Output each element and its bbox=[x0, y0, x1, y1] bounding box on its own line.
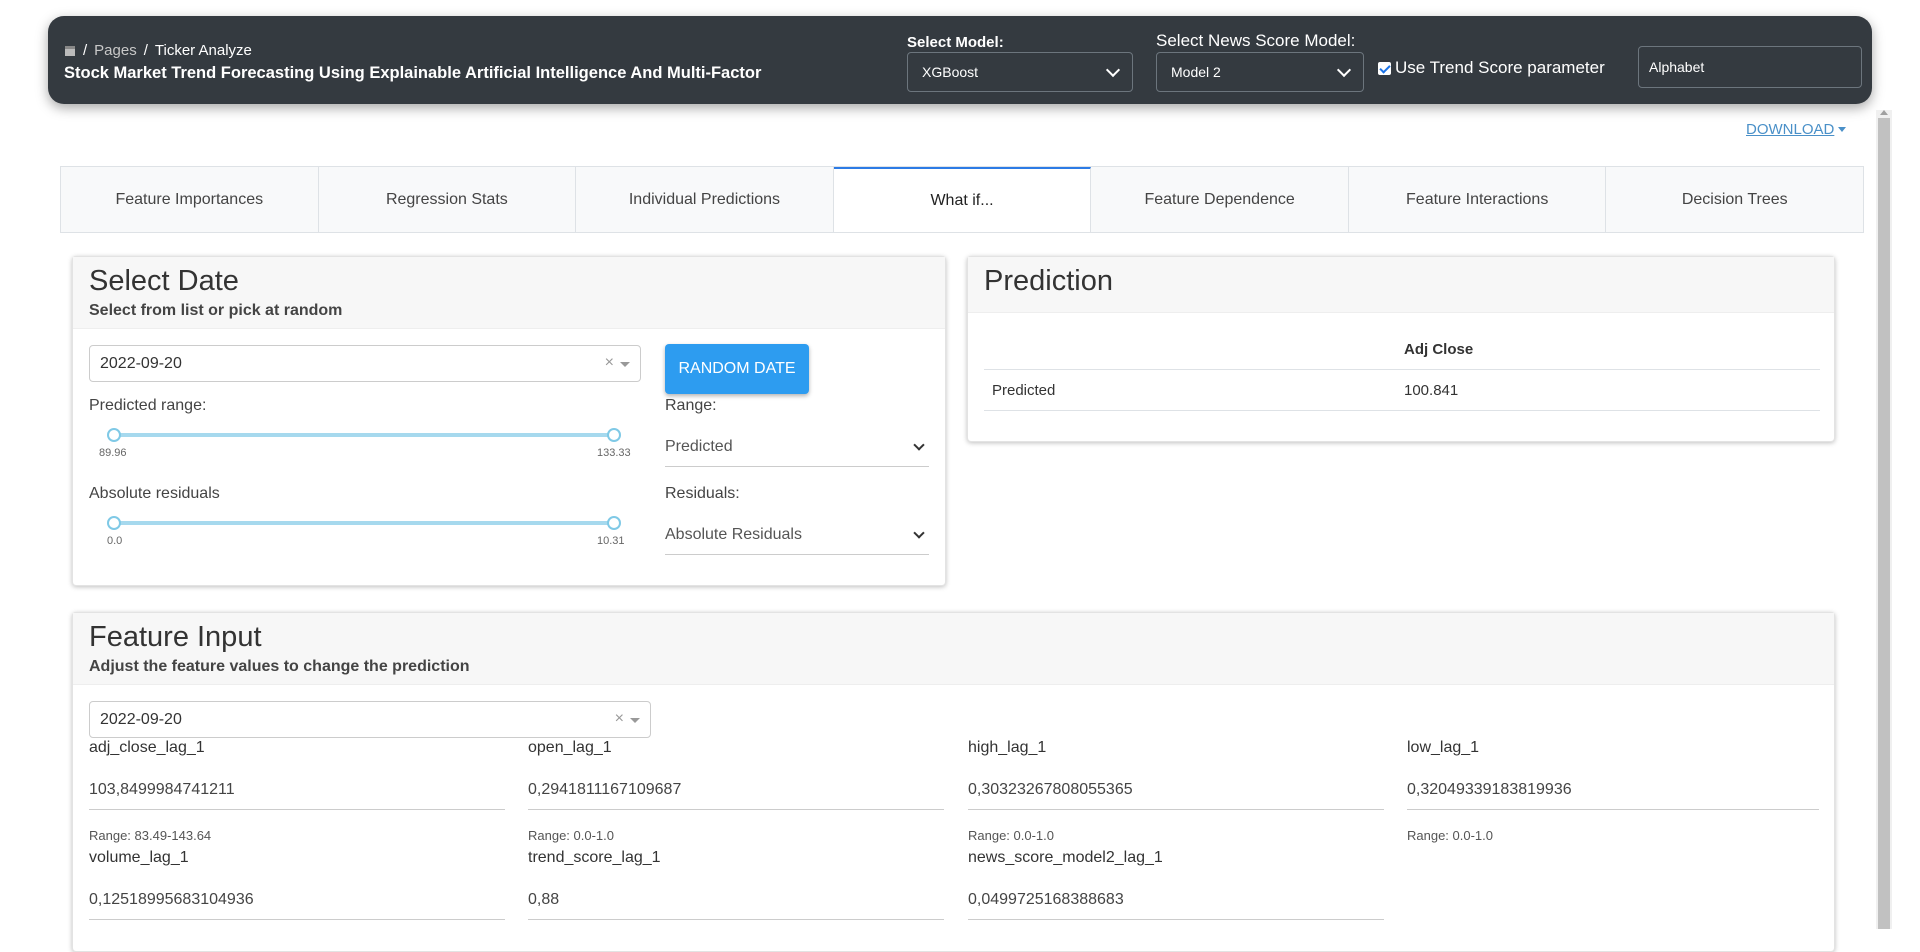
feature-label-news-score-model2-lag-1: news_score_model2_lag_1 bbox=[968, 849, 1163, 866]
news-model-select[interactable]: Model 2 bbox=[1156, 52, 1364, 92]
news-model-select-label: Select News Score Model: bbox=[1156, 31, 1356, 50]
range-select-value: Predicted bbox=[665, 437, 733, 455]
feature-input-header: Feature Input Adjust the feature values … bbox=[73, 613, 1834, 685]
residuals-select-value: Absolute Residuals bbox=[665, 525, 802, 543]
feature-range-low-lag-1: Range: 0.0-1.0 bbox=[1407, 828, 1494, 843]
prediction-header: Prediction bbox=[968, 257, 1834, 313]
prediction-table: Adj Close Predicted 100.841 bbox=[984, 329, 1820, 411]
chevron-down-icon bbox=[913, 438, 925, 451]
date-dropdown[interactable]: 2022-09-20 × bbox=[89, 345, 641, 382]
column-header-adj-close: Adj Close bbox=[1404, 340, 1474, 358]
feature-input-subtitle: Adjust the feature values to change the … bbox=[89, 658, 470, 675]
trend-score-checkbox[interactable] bbox=[1378, 61, 1391, 75]
feature-input-volume-lag-1[interactable]: 0,12518995683104936 bbox=[89, 880, 505, 920]
abs-residuals-max-value: 10.31 bbox=[597, 535, 625, 547]
tab-bar: Feature Importances Regression Stats Ind… bbox=[60, 166, 1864, 233]
select-date-header: Select Date Select from list or pick at … bbox=[73, 257, 945, 329]
feature-label-volume-lag-1: volume_lag_1 bbox=[89, 849, 189, 866]
abs-residuals-min-handle[interactable] bbox=[107, 516, 121, 530]
feature-label-open-lag-1: open_lag_1 bbox=[528, 739, 612, 756]
ticker-input[interactable]: Alphabet bbox=[1638, 46, 1862, 88]
select-date-title: Select Date bbox=[89, 265, 239, 297]
predicted-range-max-value: 133.33 bbox=[597, 447, 631, 459]
tab-decision-trees[interactable]: Decision Trees bbox=[1606, 167, 1864, 232]
breadcrumb: / Pages / Ticker Analyze bbox=[64, 42, 252, 59]
home-icon[interactable] bbox=[64, 45, 76, 57]
tab-what-if[interactable]: What if... bbox=[833, 167, 1092, 232]
chevron-down-icon bbox=[1336, 62, 1352, 77]
prediction-card: Prediction Adj Close Predicted 100.841 bbox=[967, 256, 1835, 442]
select-date-card: Select Date Select from list or pick at … bbox=[72, 256, 946, 586]
row-label: Predicted bbox=[992, 381, 1056, 399]
feature-input-adj-close-lag-1[interactable]: 103,8499984741211 bbox=[89, 770, 505, 810]
abs-residuals-track[interactable] bbox=[113, 521, 613, 525]
model-select-label: Select Model: bbox=[907, 34, 1004, 51]
model-select-value: XGBoost bbox=[922, 64, 979, 80]
table-header-row: Adj Close bbox=[984, 329, 1820, 370]
feature-label-low-lag-1: low_lag_1 bbox=[1407, 739, 1480, 756]
predicted-range-track[interactable] bbox=[113, 433, 613, 437]
caret-down-icon[interactable] bbox=[630, 718, 640, 723]
tab-feature-importances[interactable]: Feature Importances bbox=[61, 167, 319, 232]
feature-range-high-lag-1: Range: 0.0-1.0 bbox=[968, 828, 1055, 843]
feature-input-trend-score-lag-1[interactable]: 0,88 bbox=[528, 880, 944, 920]
range-select[interactable]: Predicted bbox=[665, 427, 929, 467]
feature-input-card: Feature Input Adjust the feature values … bbox=[72, 612, 1835, 952]
predicted-range-min-handle[interactable] bbox=[107, 428, 121, 442]
abs-residuals-min-value: 0.0 bbox=[107, 535, 123, 547]
table-row: Predicted 100.841 bbox=[984, 370, 1820, 411]
predicted-range-label: Predicted range: bbox=[89, 397, 207, 414]
predicted-range-min-value: 89.96 bbox=[99, 447, 127, 459]
feature-input-title: Feature Input bbox=[89, 621, 262, 653]
scrollbar-thumb[interactable] bbox=[1878, 118, 1890, 929]
tab-feature-interactions[interactable]: Feature Interactions bbox=[1348, 167, 1607, 232]
tab-feature-dependence[interactable]: Feature Dependence bbox=[1091, 167, 1349, 232]
abs-residuals-max-handle[interactable] bbox=[607, 516, 621, 530]
clear-icon[interactable]: × bbox=[605, 354, 614, 372]
prediction-title: Prediction bbox=[984, 265, 1113, 297]
trend-score-toggle[interactable]: Use Trend Score parameter bbox=[1378, 58, 1605, 78]
feature-label-adj-close-lag-1: adj_close_lag_1 bbox=[89, 739, 205, 756]
tab-individual-predictions[interactable]: Individual Predictions bbox=[576, 167, 834, 232]
feature-input-high-lag-1[interactable]: 0,30323267808055365 bbox=[968, 770, 1384, 810]
select-date-subtitle: Select from list or pick at random bbox=[89, 302, 343, 319]
feature-input-low-lag-1[interactable]: 0,32049339183819936 bbox=[1407, 770, 1819, 810]
random-date-button[interactable]: Random Date bbox=[665, 344, 809, 394]
breadcrumb-pages[interactable]: Pages bbox=[94, 42, 137, 59]
clear-icon[interactable]: × bbox=[615, 710, 624, 728]
news-model-select-value: Model 2 bbox=[1171, 64, 1221, 80]
residuals-select[interactable]: Absolute Residuals bbox=[665, 515, 929, 555]
tab-regression-stats[interactable]: Regression Stats bbox=[318, 167, 577, 232]
feature-input-open-lag-1[interactable]: 0,2941811167109687 bbox=[528, 770, 944, 810]
feature-label-high-lag-1: high_lag_1 bbox=[968, 739, 1047, 756]
feature-label-trend-score-lag-1: trend_score_lag_1 bbox=[528, 849, 661, 866]
caret-down-icon[interactable] bbox=[620, 362, 630, 367]
row-value: 100.841 bbox=[1404, 381, 1459, 399]
chevron-down-icon bbox=[913, 526, 925, 539]
app-title: Stock Market Trend Forecasting Using Exp… bbox=[64, 64, 762, 82]
abs-residuals-label: Absolute residuals bbox=[89, 485, 220, 502]
top-navbar: / Pages / Ticker Analyze Stock Market Tr… bbox=[48, 16, 1872, 104]
feature-input-news-score-model2-lag-1[interactable]: 0,0499725168388683 bbox=[968, 880, 1384, 920]
residuals-label: Residuals: bbox=[665, 485, 740, 502]
chevron-down-icon bbox=[1105, 62, 1121, 77]
download-dropdown[interactable]: DOWNLOAD bbox=[1746, 121, 1847, 138]
breadcrumb-current: Ticker Analyze bbox=[154, 42, 252, 59]
feature-date-dropdown-value: 2022-09-20 bbox=[100, 710, 182, 728]
trend-score-label: Use Trend Score parameter bbox=[1395, 58, 1605, 77]
model-select[interactable]: XGBoost bbox=[907, 52, 1133, 92]
predicted-range-max-handle[interactable] bbox=[607, 428, 621, 442]
range-label: Range: bbox=[665, 397, 717, 414]
download-label: DOWNLOAD bbox=[1746, 121, 1835, 138]
feature-range-open-lag-1: Range: 0.0-1.0 bbox=[528, 828, 615, 843]
feature-date-dropdown[interactable]: 2022-09-20 × bbox=[89, 701, 651, 738]
scroll-up-arrow-icon[interactable] bbox=[1880, 110, 1888, 115]
caret-down-icon bbox=[1838, 127, 1847, 132]
feature-range-adj-close-lag-1: Range: 83.49-143.64 bbox=[89, 828, 212, 843]
date-dropdown-value: 2022-09-20 bbox=[100, 354, 182, 372]
